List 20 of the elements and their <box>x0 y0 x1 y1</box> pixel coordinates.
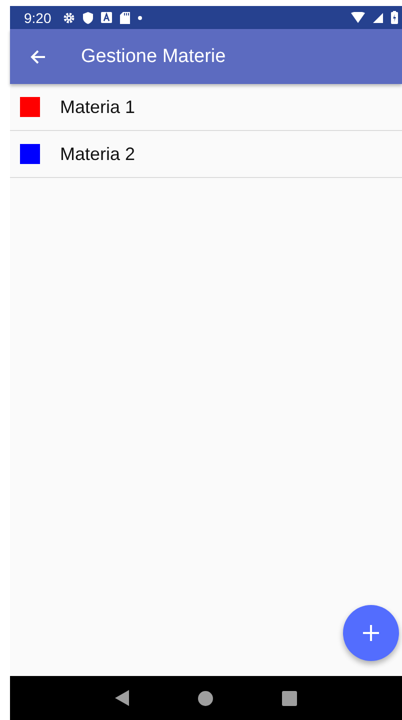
sd-card-icon <box>120 12 130 24</box>
add-button[interactable] <box>343 605 399 661</box>
back-icon[interactable] <box>114 690 129 706</box>
subject-name: Materia 2 <box>60 144 136 164</box>
subject-name: Materia 1 <box>60 96 136 118</box>
shield-icon <box>83 12 94 24</box>
battery-icon <box>391 11 398 24</box>
subject-row[interactable]: Materia 2 <box>10 131 402 178</box>
recents-icon[interactable] <box>282 690 298 706</box>
dot-icon <box>138 16 142 20</box>
gear-icon <box>63 12 76 24</box>
wifi-icon <box>351 12 365 23</box>
plus-icon <box>363 625 379 641</box>
status-time: 9:20 <box>24 10 52 26</box>
signal-icon <box>373 12 383 22</box>
home-icon[interactable] <box>198 690 213 706</box>
back-arrow-icon[interactable] <box>30 48 46 64</box>
font-icon <box>101 12 112 23</box>
screen-title: Gestione Materie <box>81 46 226 68</box>
subject-row[interactable]: Materia 1 <box>10 84 402 131</box>
